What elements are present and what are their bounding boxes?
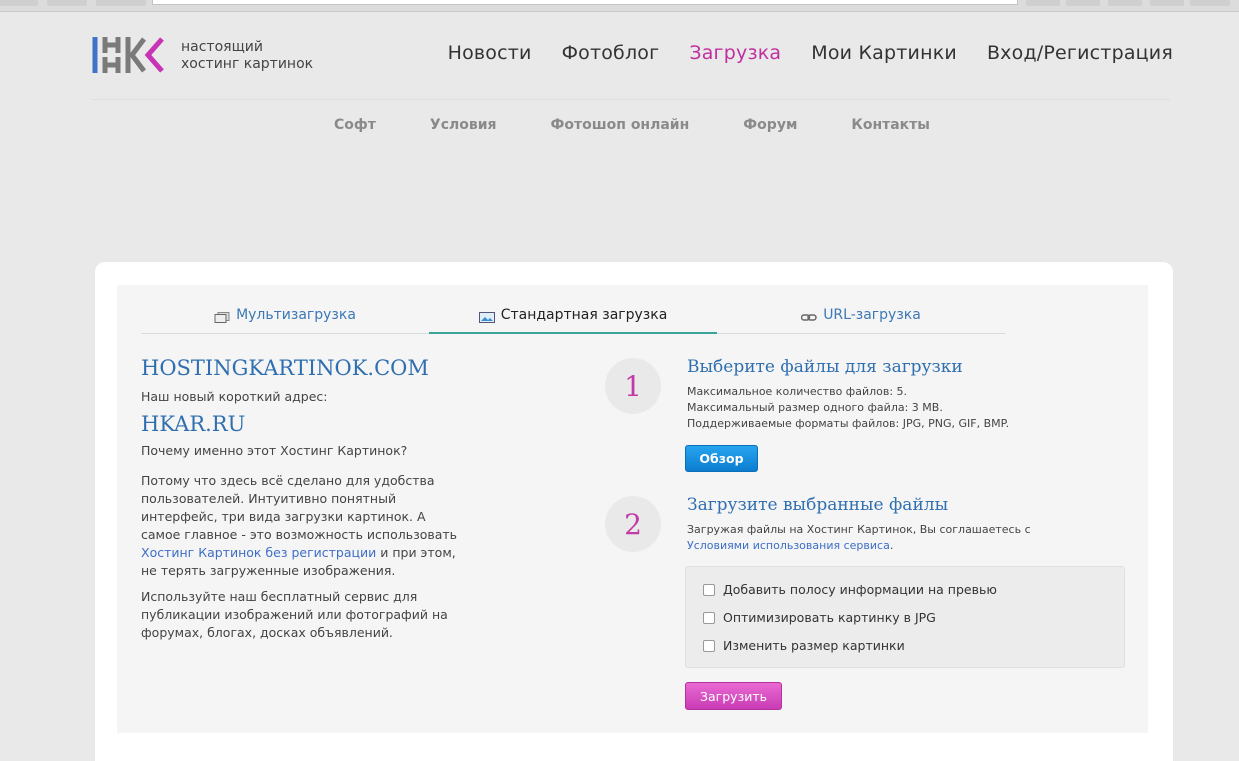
step-2-number: 2	[605, 496, 661, 552]
browser-reload-button[interactable]	[96, 0, 146, 6]
description-paragraph: Потому что здесь всё сделано для удобств…	[141, 472, 461, 580]
agree-end: .	[889, 539, 894, 552]
description-text-start: Потому что здесь всё сделано для удобств…	[141, 473, 458, 542]
tab-url-upload[interactable]: URL-загрузка	[717, 303, 1005, 334]
resize-checkbox[interactable]	[703, 639, 715, 652]
upload-tabs: Мультизагрузка Стандартная загрузка URL-…	[141, 303, 1005, 334]
step-1-limits: Максимальное количество файлов: 5. Макси…	[687, 384, 1009, 432]
subnav-photoshop-online[interactable]: Фотошоп онлайн	[551, 117, 690, 133]
browse-button[interactable]: Обзор	[685, 445, 758, 472]
tab-multi-upload-label: Мультизагрузка	[236, 307, 356, 323]
new-address-label: Наш новый короткий адрес:	[141, 389, 328, 404]
info-strip-checkbox[interactable]	[703, 583, 715, 596]
nav-upload[interactable]: Загрузка	[689, 42, 781, 64]
step-2-title: Загрузите выбранные файлы	[687, 495, 949, 515]
option-resize-label: Изменить размер картинки	[723, 638, 905, 653]
tab-multi-upload[interactable]: Мультизагрузка	[141, 303, 429, 334]
header-divider	[92, 99, 1170, 100]
subnav-contacts[interactable]: Контакты	[851, 117, 930, 133]
main-nav: Новости Фотоблог Загрузка Мои Картинки В…	[448, 42, 1173, 64]
formats-text: Поддерживаемые форматы файлов: JPG, PNG,…	[687, 417, 1010, 430]
usage-paragraph: Используйте наш бесплатный сервис для пу…	[141, 589, 448, 640]
option-resize[interactable]: Изменить размер картинки	[703, 638, 905, 653]
browser-toolbar-button[interactable]	[1108, 0, 1142, 6]
browser-toolbar-button[interactable]	[1026, 0, 1060, 6]
nav-my-images[interactable]: Мои Картинки	[811, 42, 957, 64]
tab-url-upload-label: URL-загрузка	[823, 307, 921, 323]
upload-options: Добавить полосу информации на превью Опт…	[685, 566, 1125, 668]
browser-chrome	[0, 0, 1239, 12]
option-info-strip[interactable]: Добавить полосу информации на превью	[703, 582, 997, 597]
nav-login-register[interactable]: Вход/Регистрация	[987, 42, 1173, 64]
tab-standard-upload-label: Стандартная загрузка	[500, 307, 668, 323]
browser-menu-button[interactable]	[1190, 0, 1230, 6]
link-icon	[801, 314, 817, 321]
terms-of-service-link[interactable]: Условиями использования сервиса	[687, 539, 890, 552]
browser-toolbar-button[interactable]	[1066, 0, 1100, 6]
short-domain-link[interactable]: HKAR.RU	[141, 412, 461, 436]
max-size-text: Максимальный размер одного файла: 3 MB.	[687, 401, 943, 414]
max-files-text: Максимальное количество файлов: 5.	[687, 385, 908, 398]
terms-notice: Загружая файлы на Хостинг Картинок, Вы с…	[687, 522, 1031, 554]
site-name-link[interactable]: HOSTINGKARTINOK.COM	[141, 356, 461, 380]
step-1-title: Выберите файлы для загрузки	[687, 357, 963, 377]
multi-upload-icon	[214, 312, 230, 323]
subnav-soft[interactable]: Софт	[334, 117, 376, 133]
option-optimize-jpg[interactable]: Оптимизировать картинку в JPG	[703, 610, 936, 625]
browser-forward-button[interactable]	[47, 0, 87, 6]
sub-nav: Софт Условия Фотошоп онлайн Форум Контак…	[0, 117, 1239, 133]
browser-back-button[interactable]	[0, 0, 38, 6]
no-registration-link[interactable]: Хостинг Картинок без регистрации	[141, 545, 376, 560]
option-optimize-jpg-label: Оптимизировать картинку в JPG	[723, 610, 936, 625]
hk-logo-icon	[92, 37, 164, 73]
nav-photoblog[interactable]: Фотоблог	[562, 42, 660, 64]
logo-line-2: хостинг картинок	[181, 56, 314, 72]
why-question: Почему именно этот Хостинг Картинок?	[141, 443, 408, 458]
subnav-terms[interactable]: Условия	[430, 117, 497, 133]
upload-button[interactable]: Загрузить	[685, 682, 782, 710]
site-logo[interactable]: настоящий хостинг картинок	[92, 37, 322, 77]
nav-news[interactable]: Новости	[448, 42, 532, 64]
logo-line-1: настоящий	[181, 39, 263, 55]
image-icon	[478, 312, 495, 323]
subnav-forum[interactable]: Форум	[743, 117, 797, 133]
info-column: HOSTINGKARTINOK.COM Наш новый короткий а…	[141, 356, 461, 642]
agree-text: Загружая файлы на Хостинг Картинок, Вы с…	[687, 523, 1031, 536]
browser-address-bar[interactable]	[152, 0, 1018, 5]
option-info-strip-label: Добавить полосу информации на превью	[723, 582, 997, 597]
optimize-jpg-checkbox[interactable]	[703, 611, 715, 624]
step-1-number: 1	[605, 358, 661, 414]
tab-standard-upload[interactable]: Стандартная загрузка	[429, 303, 717, 334]
browser-toolbar-button[interactable]	[1150, 0, 1184, 6]
logo-text: настоящий хостинг картинок	[181, 39, 313, 73]
